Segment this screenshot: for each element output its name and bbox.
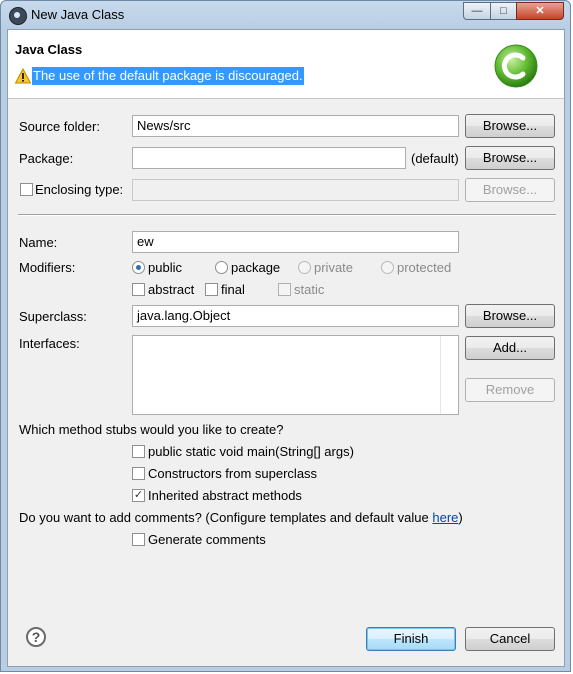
stub-main-checkbox[interactable] [132, 445, 145, 458]
modifier-abstract-checkbox[interactable] [132, 283, 145, 296]
eclipse-app-icon[interactable] [9, 7, 27, 25]
package-default-label: (default) [411, 151, 459, 166]
maximize-button[interactable]: □ [490, 2, 517, 20]
superclass-input[interactable]: java.lang.Object [132, 305, 459, 327]
name-label: Name: [19, 235, 58, 250]
warning-icon [15, 68, 31, 84]
source-folder-input[interactable]: News/src [132, 115, 459, 137]
window-title: New Java Class [31, 7, 125, 22]
add-interface-button[interactable]: Add... [465, 336, 555, 360]
modifier-public-label: public [148, 260, 182, 275]
help-icon[interactable]: ? [26, 627, 46, 647]
superclass-label: Superclass: [19, 309, 87, 324]
method-stubs-question: Which method stubs would you like to cre… [19, 422, 284, 437]
remove-interface-button[interactable]: Remove [465, 378, 555, 402]
wizard-banner: Java Class The use of the default packag… [8, 30, 564, 99]
interfaces-list-scrollbar[interactable] [440, 336, 458, 414]
stub-constructors-checkbox[interactable] [132, 467, 145, 480]
modifier-final-checkbox[interactable] [205, 283, 218, 296]
stub-constructors-label: Constructors from superclass [148, 466, 318, 481]
name-input[interactable]: ew [132, 231, 459, 253]
interfaces-label: Interfaces: [19, 336, 80, 351]
modifier-package-label: package [231, 260, 281, 275]
package-browse-button[interactable]: Browse... [465, 146, 555, 170]
modifier-protected-label: protected [397, 260, 452, 275]
comments-question: Do you want to add comments? (Configure … [19, 510, 463, 525]
modifier-private-label: private [314, 260, 354, 275]
modifier-public-radio[interactable] [132, 261, 145, 274]
close-button[interactable]: ✕ [516, 2, 564, 20]
modifiers-label: Modifiers: [19, 260, 76, 275]
modifier-protected-radio[interactable] [381, 261, 394, 274]
comments-question-text: Do you want to add comments? (Configure … [19, 510, 433, 525]
comments-question-close: ) [458, 510, 463, 525]
modifier-final-label: final [221, 282, 245, 297]
enclosing-type-input[interactable] [132, 179, 459, 201]
package-label: Package: [19, 151, 74, 166]
dialog-body: Java Class The use of the default packag… [7, 29, 565, 667]
configure-templates-link[interactable]: here [432, 510, 458, 525]
modifier-private-radio[interactable] [298, 261, 311, 274]
separator [18, 214, 556, 216]
modifier-static-label: static [294, 282, 325, 297]
modifier-abstract-label: abstract [148, 282, 195, 297]
modifier-static-checkbox[interactable] [278, 283, 291, 296]
title-bar[interactable]: New Java Class — □ ✕ [1, 1, 570, 29]
stub-inherited-abstract-label: Inherited abstract methods [148, 488, 302, 503]
enclosing-type-label: Enclosing type: [35, 182, 124, 197]
minimize-button[interactable]: — [463, 2, 491, 20]
finish-button[interactable]: Finish [366, 627, 456, 651]
stub-inherited-abstract-checkbox[interactable]: ✓ [132, 489, 145, 502]
generate-comments-label: Generate comments [148, 532, 266, 547]
superclass-browse-button[interactable]: Browse... [465, 304, 555, 328]
warning-message: The use of the default package is discou… [32, 67, 304, 85]
enclosing-type-browse-button[interactable]: Browse... [465, 178, 555, 202]
dialog-window: New Java Class — □ ✕ Java Class The use … [0, 0, 571, 672]
source-folder-browse-button[interactable]: Browse... [465, 114, 555, 138]
interfaces-list[interactable] [132, 335, 459, 415]
modifier-package-radio[interactable] [215, 261, 228, 274]
cancel-button[interactable]: Cancel [465, 627, 555, 651]
package-input[interactable] [132, 147, 406, 169]
source-folder-label: Source folder: [19, 119, 100, 134]
stub-main-label: public static void main(String[] args) [148, 444, 354, 459]
java-class-logo-icon [494, 44, 538, 88]
enclosing-type-checkbox[interactable] [20, 183, 33, 196]
page-title: Java Class [15, 42, 83, 57]
generate-comments-checkbox[interactable] [132, 533, 145, 546]
